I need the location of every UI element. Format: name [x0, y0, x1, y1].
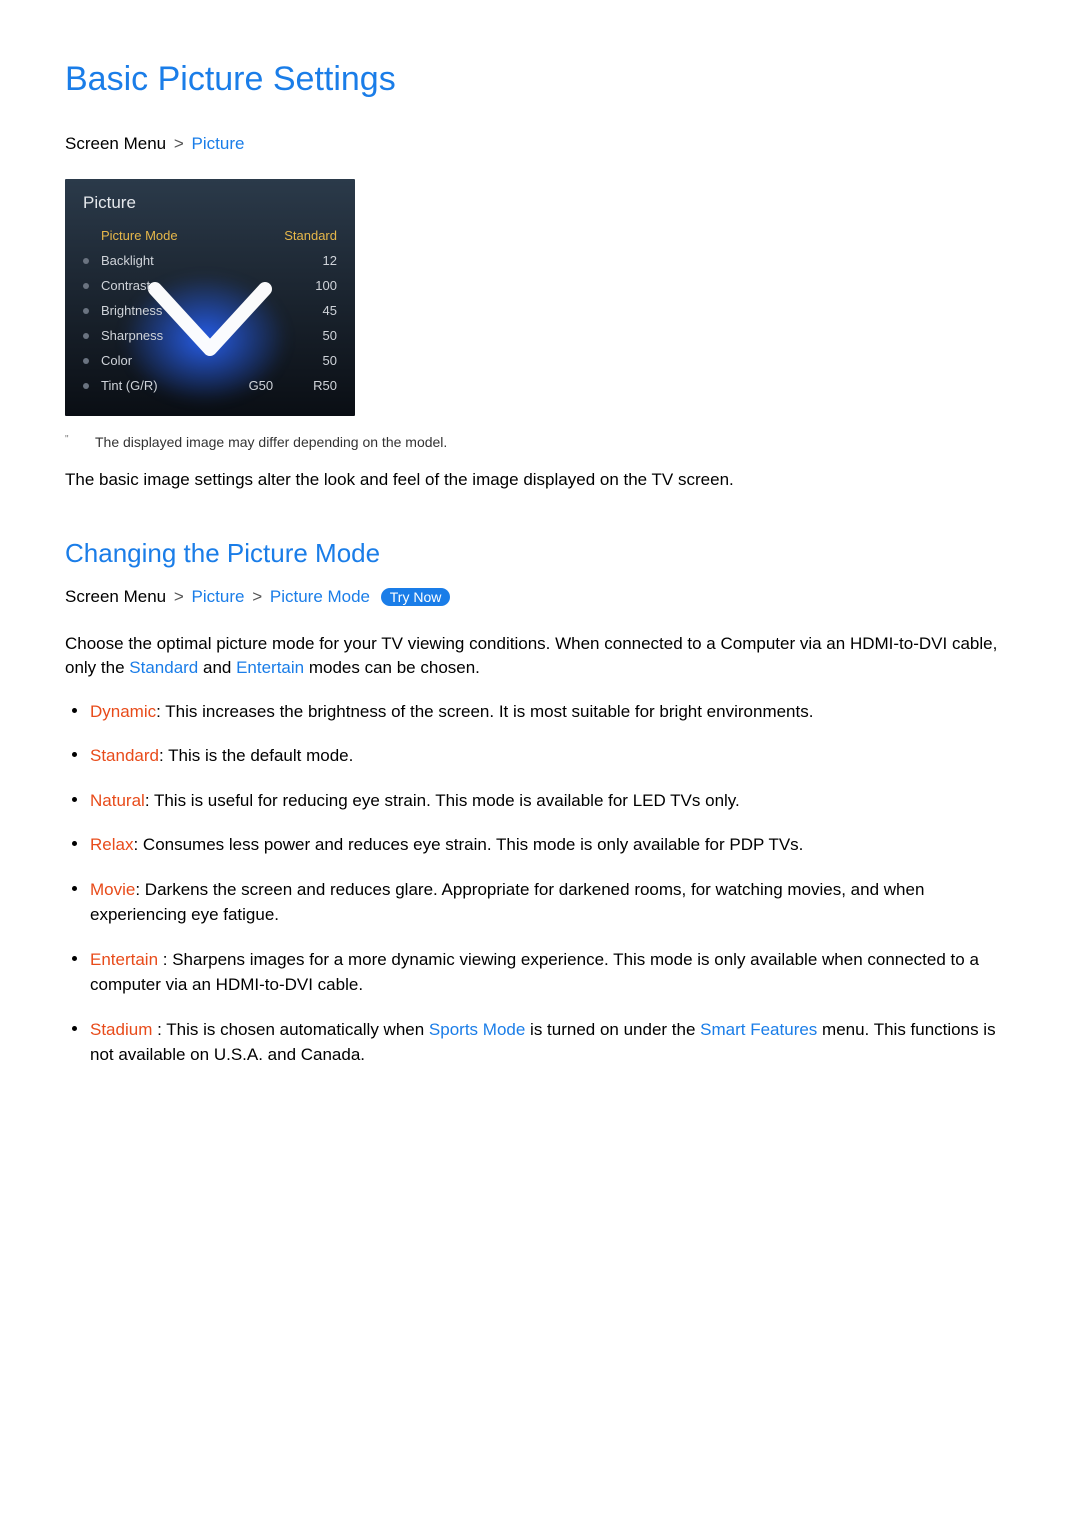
footnote-mark: " — [65, 434, 95, 445]
bullet-icon — [83, 358, 89, 364]
tv-menu-title: Picture — [83, 193, 337, 213]
tv-menu-row[interactable]: Tint (G/R) G50 R50 — [83, 373, 337, 398]
tv-menu-header-value: Standard — [284, 228, 337, 243]
link-sports-mode[interactable]: Sports Mode — [429, 1020, 525, 1039]
link-standard[interactable]: Standard — [129, 658, 198, 677]
tv-menu-row[interactable]: Brightness 45 — [83, 298, 337, 323]
mode-name: Entertain — [90, 950, 158, 969]
bullet-icon — [83, 283, 89, 289]
picture-mode-paragraph: Choose the optimal picture mode for your… — [65, 632, 1015, 681]
intro-paragraph: The basic image settings alter the look … — [65, 468, 1015, 493]
breadcrumb-prefix: Screen Menu — [65, 134, 166, 153]
list-item: Natural: This is useful for reducing eye… — [90, 788, 1015, 814]
list-item: Movie: Darkens the screen and reduces gl… — [90, 877, 1015, 928]
section-title-picture-mode: Changing the Picture Mode — [65, 538, 1015, 569]
mode-name: Relax — [90, 835, 133, 854]
tv-menu-row[interactable]: Contrast 100 — [83, 273, 337, 298]
chevron-right-icon: > — [174, 587, 184, 606]
breadcrumb: Screen Menu > Picture — [65, 134, 1015, 154]
tv-menu-header-label: Picture Mode — [101, 228, 284, 243]
chevron-right-icon: > — [252, 587, 262, 606]
mode-name: Movie — [90, 880, 135, 899]
bullet-icon — [83, 308, 89, 314]
try-now-button[interactable]: Try Now — [381, 588, 451, 606]
picture-mode-list: Dynamic: This increases the brightness o… — [65, 699, 1015, 1068]
tv-picture-menu: Picture Picture Mode Standard Backlight … — [65, 179, 355, 416]
tv-menu-row[interactable]: Sharpness 50 — [83, 323, 337, 348]
mode-name: Natural — [90, 791, 145, 810]
list-item: Standard: This is the default mode. — [90, 743, 1015, 769]
mode-name: Standard — [90, 746, 159, 765]
link-smart-features[interactable]: Smart Features — [700, 1020, 817, 1039]
tv-menu-header-row[interactable]: Picture Mode Standard — [83, 223, 337, 248]
mode-name: Dynamic — [90, 702, 156, 721]
breadcrumb-item-picture[interactable]: Picture — [192, 587, 245, 606]
page-title: Basic Picture Settings — [65, 60, 1015, 99]
chevron-right-icon: > — [174, 134, 184, 153]
bullet-icon — [83, 258, 89, 264]
tv-menu-row[interactable]: Backlight 12 — [83, 248, 337, 273]
link-entertain[interactable]: Entertain — [236, 658, 304, 677]
list-item: Relax: Consumes less power and reduces e… — [90, 832, 1015, 858]
breadcrumb-item-picture-mode[interactable]: Picture Mode — [270, 587, 370, 606]
breadcrumb-prefix: Screen Menu — [65, 587, 166, 606]
breadcrumb: Screen Menu > Picture > Picture Mode Try… — [65, 587, 1015, 607]
tv-menu-row[interactable]: Color 50 — [83, 348, 337, 373]
list-item: Entertain : Sharpens images for a more d… — [90, 947, 1015, 998]
bullet-icon — [83, 383, 89, 389]
list-item: Dynamic: This increases the brightness o… — [90, 699, 1015, 725]
breadcrumb-item-picture[interactable]: Picture — [192, 134, 245, 153]
footnote: "The displayed image may differ dependin… — [65, 434, 1015, 450]
list-item: Stadium : This is chosen automatically w… — [90, 1017, 1015, 1068]
bullet-icon — [83, 333, 89, 339]
mode-name: Stadium — [90, 1020, 152, 1039]
